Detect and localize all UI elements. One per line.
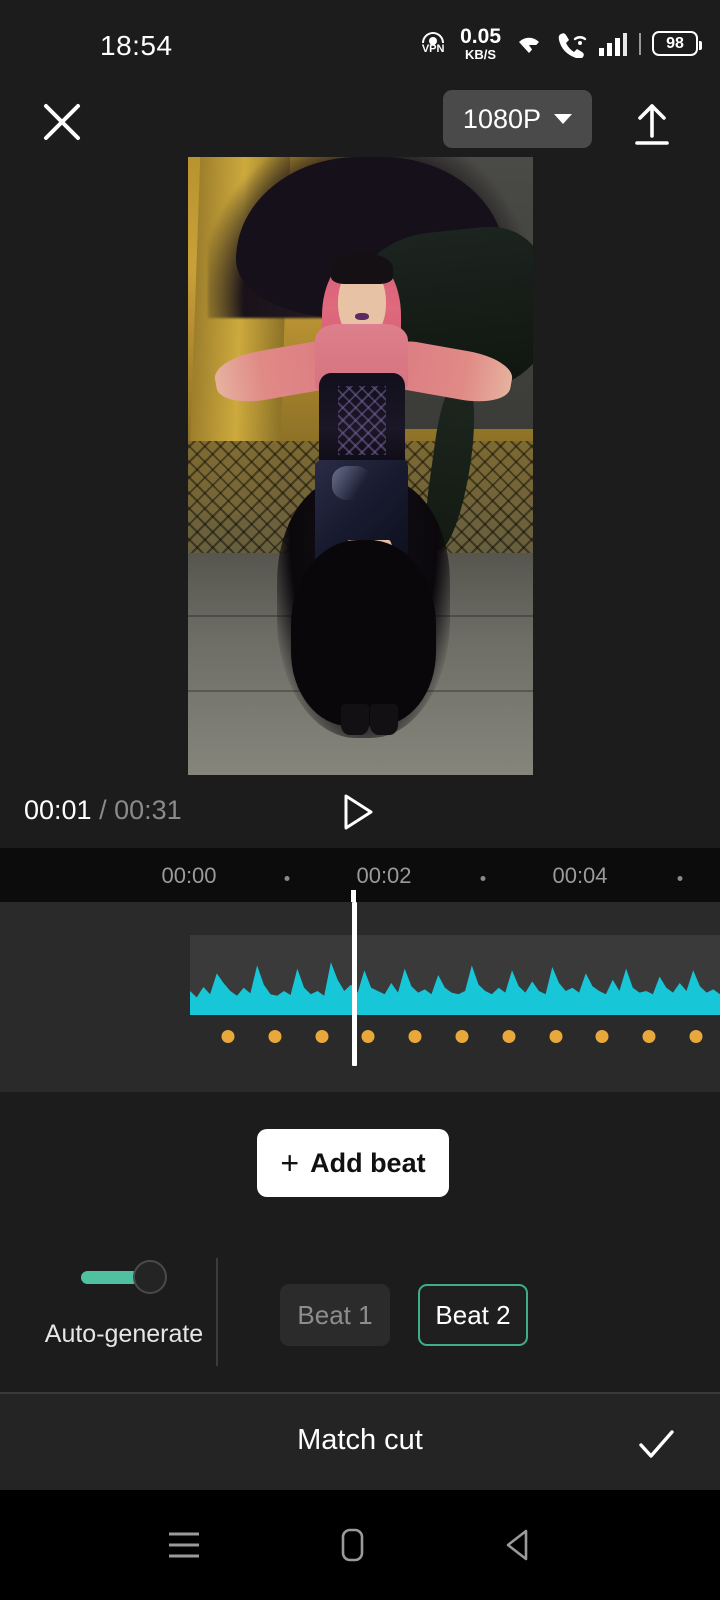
vpn-label: VPN <box>421 43 445 55</box>
controls-divider <box>216 1258 218 1366</box>
video-preview[interactable] <box>187 157 533 775</box>
status-icons: VPN 0.05 KB/S 98 <box>417 26 702 61</box>
auto-generate-label: Auto-generate <box>44 1320 204 1348</box>
ruler-label: 00:04 <box>552 863 608 888</box>
ruler-tick <box>284 876 290 881</box>
beat-marker-dot[interactable] <box>268 1030 282 1043</box>
beat-options: Beat 1 Beat 2 <box>280 1284 528 1346</box>
vpn-icon: VPN <box>417 32 449 55</box>
resolution-label: 1080P <box>462 103 541 134</box>
editor-top-bar: 1080P <box>0 88 720 156</box>
recents-button[interactable] <box>160 1524 208 1566</box>
android-nav-bar <box>0 1490 720 1600</box>
auto-generate-control[interactable]: Auto-generate <box>34 1260 214 1349</box>
beat-markers-row[interactable] <box>190 1025 720 1051</box>
beat-marker-dot[interactable] <box>689 1030 703 1043</box>
preview-gown-lower <box>291 540 436 726</box>
ruler-label: 00:00 <box>161 863 217 888</box>
beat-marker-dot[interactable] <box>595 1030 609 1043</box>
check-icon <box>639 1430 674 1458</box>
beat-marker-dot[interactable] <box>502 1030 516 1043</box>
recents-icon <box>169 1532 199 1558</box>
ruler-label: 00:02 <box>356 863 412 888</box>
back-icon <box>506 1529 528 1561</box>
total-time: 00:31 <box>114 795 182 825</box>
audio-waveform-track[interactable] <box>190 935 720 1015</box>
ruler-tick <box>677 876 683 881</box>
beat-marker-dot[interactable] <box>315 1030 329 1043</box>
play-icon <box>344 794 373 830</box>
battery-level: 98 <box>666 34 684 52</box>
beat-option-1[interactable]: Beat 1 <box>280 1284 390 1346</box>
toggle-track <box>81 1271 139 1284</box>
beat-option-1-label: Beat 1 <box>297 1299 373 1330</box>
wifi-calling-icon <box>557 30 587 58</box>
timeline-track-area[interactable] <box>0 902 720 1092</box>
play-button[interactable] <box>334 790 378 834</box>
resolution-selector[interactable]: 1080P <box>442 90 592 148</box>
waveform-icon <box>190 962 720 1015</box>
timeline-ruler[interactable]: 00:00 00:02 00:04 <box>0 848 720 902</box>
beat-marker-dot[interactable] <box>455 1030 469 1043</box>
network-speed-unit: KB/S <box>465 47 497 62</box>
ruler-tick <box>480 876 486 881</box>
beat-option-2[interactable]: Beat 2 <box>418 1284 528 1346</box>
auto-generate-toggle[interactable] <box>81 1260 167 1294</box>
video-editor-screen: 18:54 VPN 0.05 KB/S 98 1080P 00:01 / 00:… <box>0 0 720 1600</box>
beat-marker-dot[interactable] <box>221 1030 235 1043</box>
playhead[interactable] <box>352 902 357 1066</box>
time-separator: / <box>99 795 107 825</box>
home-icon <box>341 1528 364 1562</box>
preview-headpiece <box>330 252 393 284</box>
plus-icon: + <box>280 1145 300 1181</box>
beat-controls: Auto-generate Beat 1 Beat 2 <box>0 1240 720 1390</box>
beat-marker-dot[interactable] <box>408 1030 422 1043</box>
action-bar-title: Match cut <box>297 1424 423 1456</box>
export-button[interactable] <box>626 98 678 150</box>
beat-marker-dot[interactable] <box>642 1030 656 1043</box>
current-time: 00:01 <box>24 795 92 825</box>
add-beat-label: Add beat <box>310 1147 426 1178</box>
add-beat-button[interactable]: + Add beat <box>257 1129 449 1197</box>
confirm-button[interactable] <box>632 1420 680 1468</box>
preview-lips <box>354 312 369 321</box>
back-button[interactable] <box>496 1524 544 1566</box>
action-bar: Match cut <box>0 1392 720 1490</box>
timecode: 00:01 / 00:31 <box>24 795 182 826</box>
status-divider <box>639 32 641 55</box>
toggle-knob[interactable] <box>133 1260 167 1294</box>
signal-bars-icon <box>598 31 628 57</box>
playback-row: 00:01 / 00:31 <box>0 776 720 848</box>
beat-option-2-label: Beat 2 <box>435 1299 511 1330</box>
network-speed-value: 0.05 <box>460 25 501 48</box>
home-button[interactable] <box>328 1524 376 1566</box>
wifi-icon <box>512 31 546 57</box>
preview-shoe-right <box>370 703 398 735</box>
preview-area <box>0 156 720 776</box>
battery-icon: 98 <box>652 31 702 56</box>
preview-shoe-left <box>341 703 369 735</box>
export-icon <box>635 104 669 145</box>
chevron-down-icon <box>554 114 572 124</box>
beat-marker-dot[interactable] <box>361 1030 375 1043</box>
close-button[interactable] <box>36 96 88 148</box>
preview-corset <box>318 373 405 466</box>
network-speed: 0.05 KB/S <box>460 26 501 61</box>
close-icon <box>44 104 80 140</box>
status-time: 18:54 <box>100 30 173 61</box>
status-bar: 18:54 VPN 0.05 KB/S 98 <box>0 0 720 88</box>
beat-marker-dot[interactable] <box>549 1030 563 1043</box>
